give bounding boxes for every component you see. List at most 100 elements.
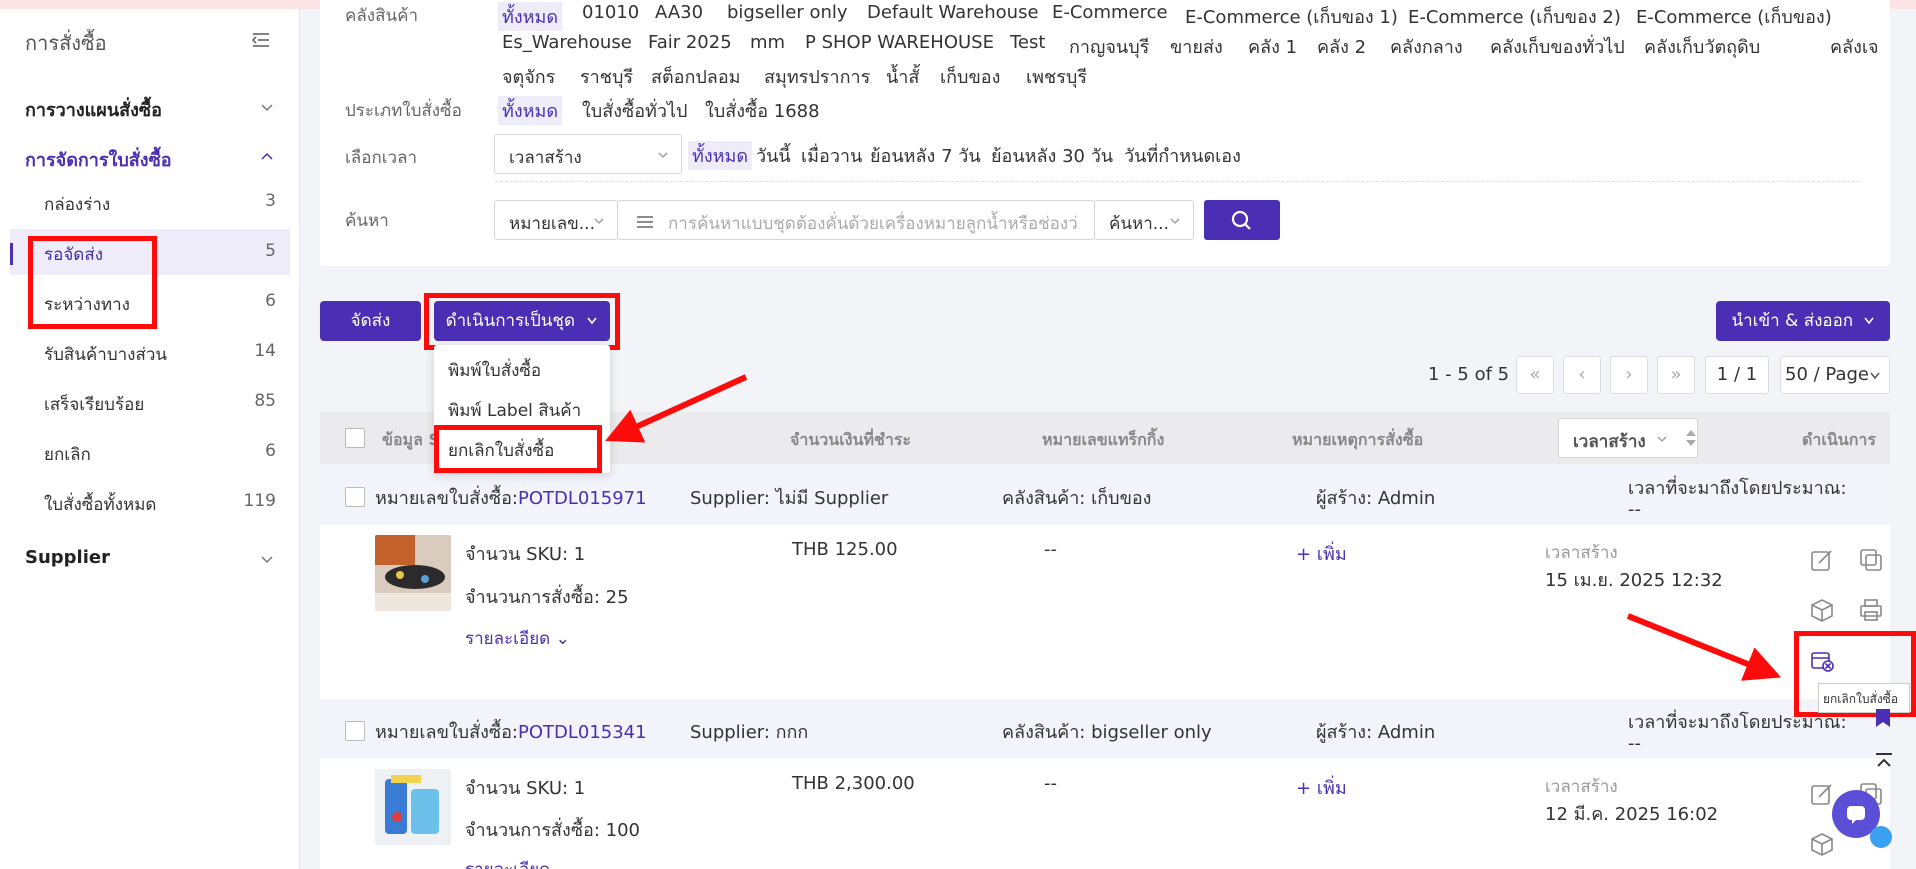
sort-select[interactable]: เวลาสร้าง [1558, 418, 1698, 458]
search-icon [1231, 210, 1251, 230]
sort-icon[interactable] [1684, 428, 1698, 448]
chevron-down-icon [1657, 436, 1667, 442]
created-time: 12 มี.ค. 2025 16:02 [1545, 804, 1719, 825]
warehouse-tag[interactable]: คลังเก็บวัตถุดิบ [1644, 32, 1760, 61]
order-qty: จำนวนการสั่งซื้อ: 100 [465, 820, 640, 841]
order-checkbox[interactable] [345, 721, 365, 741]
back-to-top-icon[interactable] [1872, 750, 1896, 774]
warehouse-tag[interactable]: น้ำสั้ [886, 62, 919, 91]
add-note-link[interactable]: + เพิ่ม [1296, 539, 1347, 568]
sidebar-item-in-transit[interactable]: ระหว่างทาง 6 [10, 279, 290, 325]
time-option[interactable]: ย้อนหลัง 30 วัน [991, 141, 1113, 170]
package-icon[interactable] [1809, 831, 1835, 857]
cancel-order-icon[interactable] [1809, 647, 1835, 673]
warehouse-tag[interactable]: Fair 2025 [648, 32, 732, 53]
sidebar-item-draft[interactable]: กล่องร่าง 3 [10, 179, 290, 225]
warehouse-tag[interactable]: E-Commerce (เก็บของ 2) [1408, 2, 1621, 31]
warehouse-tag[interactable]: กาญจนบุรี [1069, 32, 1149, 61]
time-type-select[interactable]: เวลาสร้าง [494, 134, 682, 174]
import-export-button[interactable]: นำเข้า & ส่งออก [1716, 301, 1890, 341]
warehouse-tag[interactable]: ราชบุรี [580, 62, 633, 91]
warehouse-tag[interactable]: E-Commerce (เก็บของ) [1636, 2, 1832, 31]
ship-button[interactable]: จัดส่ง [320, 301, 421, 341]
warehouse-tag[interactable]: คลังเจ [1830, 32, 1879, 61]
bookmark-icon[interactable] [1870, 705, 1896, 731]
warehouse-tag[interactable]: ทั้งหมด [498, 2, 563, 31]
order-type-option[interactable]: ทั้งหมด [498, 96, 563, 125]
warehouse-tag[interactable]: คลังเก็บของทั่วไป [1490, 32, 1625, 61]
sidebar-group-supplier[interactable]: Supplier [25, 547, 275, 568]
time-option[interactable]: วันที่กำหนดเอง [1124, 141, 1241, 170]
product-image[interactable] [375, 535, 451, 611]
prev-page-button[interactable]: ‹ [1563, 356, 1601, 394]
warehouse-tag[interactable]: AA30 [655, 2, 703, 23]
menu-print-order[interactable]: พิมพ์ใบสั่งซื้อ [448, 357, 541, 384]
search-input[interactable]: การค้นหาแบบชุดต้องคั่นด้วยเครื่องหมายลูก… [617, 200, 1095, 240]
page-size-select[interactable]: 50 / Page [1780, 356, 1890, 394]
order-number-link[interactable]: POTDL015341 [518, 722, 647, 743]
warehouse-tag[interactable]: ขายส่ง [1170, 32, 1223, 61]
sidebar-item-awaiting-shipment[interactable]: รอจัดส่ง 5 [10, 229, 290, 275]
warehouse-tag[interactable]: mm [750, 32, 785, 53]
warehouse-tag[interactable]: P SHOP WAREHOUSE [805, 32, 994, 53]
order-creator: ผู้สร้าง: Admin [1316, 722, 1436, 743]
tracking-number: -- [1044, 539, 1057, 560]
time-option[interactable]: วันนี้ [756, 141, 791, 170]
edit-icon[interactable] [1809, 547, 1835, 573]
warehouse-tag[interactable]: 01010 [582, 2, 639, 23]
sidebar-group-po-management[interactable]: การจัดการใบสั่งซื้อ [25, 145, 275, 174]
order-amount: THB 125.00 [792, 539, 898, 560]
last-page-button[interactable]: » [1657, 356, 1695, 394]
details-link[interactable]: รายละเอียด ⌄ [465, 856, 570, 869]
warehouse-tag[interactable]: Default Warehouse [867, 2, 1039, 23]
order-type-option[interactable]: ใบสั่งซื้อทั่วไป [582, 96, 687, 125]
warehouse-tag[interactable]: เก็บของ [940, 62, 1000, 91]
warehouse-tag[interactable]: สต็อกปลอม [651, 62, 741, 91]
search-button[interactable] [1204, 200, 1280, 240]
menu-cancel-order[interactable]: ยกเลิกใบสั่งซื้อ [448, 437, 554, 464]
menu-print-label[interactable]: พิมพ์ Label สินค้า [448, 397, 581, 424]
sidebar-item-partially-received[interactable]: รับสินค้าบางส่วน 14 [10, 329, 290, 375]
search-mode-select[interactable]: ค้นหา... [1094, 200, 1194, 240]
first-page-button[interactable]: « [1516, 356, 1554, 394]
copy-icon[interactable] [1858, 547, 1884, 573]
next-page-button[interactable]: › [1610, 356, 1648, 394]
add-note-link[interactable]: + เพิ่ม [1296, 773, 1347, 802]
assistant-icon[interactable] [1870, 826, 1892, 848]
sidebar-group-planning[interactable]: การวางแผนสั่งซื้อ [25, 95, 275, 124]
print-icon[interactable] [1858, 597, 1884, 623]
sku-count: จำนวน SKU: 1 [465, 778, 586, 799]
batch-actions-button[interactable]: ดำเนินการเป็นชุด [434, 301, 610, 341]
warehouse-tag[interactable]: Es_Warehouse [502, 32, 632, 53]
warehouse-tag[interactable]: bigseller only [727, 2, 848, 23]
sidebar-item-completed[interactable]: เสร็จเรียบร้อย 85 [10, 379, 290, 425]
warehouse-tag[interactable]: Test [1010, 32, 1045, 53]
warehouse-tag[interactable]: จตุจักร [502, 62, 555, 91]
order-number-link[interactable]: POTDL015971 [518, 488, 647, 509]
warehouse-tag[interactable]: E-Commerce [1052, 2, 1168, 23]
product-image[interactable] [375, 769, 451, 845]
col-tracking: หมายเลขแทร็กกิ้ง [1042, 430, 1165, 449]
collapse-menu-icon[interactable] [250, 29, 272, 51]
sidebar-item-all-orders[interactable]: ใบสั่งซื้อทั้งหมด 119 [10, 479, 290, 525]
time-option[interactable]: ทั้งหมด [688, 141, 753, 170]
select-all-checkbox[interactable] [345, 428, 365, 448]
time-option[interactable]: เมื่อวาน [801, 141, 862, 170]
sidebar-item-cancelled[interactable]: ยกเลิก 6 [10, 429, 290, 475]
chevron-down-icon [1170, 218, 1180, 224]
warehouse-tag[interactable]: คลังกลาง [1390, 32, 1463, 61]
edit-icon[interactable] [1809, 781, 1835, 807]
warehouse-tag[interactable]: สมุทรปราการ [764, 62, 870, 91]
page-indicator[interactable]: 1 / 1 [1705, 356, 1769, 394]
warehouse-tag[interactable]: คลัง 1 [1248, 32, 1297, 61]
warehouse-tag[interactable]: เพชรบุรี [1026, 62, 1087, 91]
chevron-down-icon [261, 104, 273, 112]
time-option[interactable]: ย้อนหลัง 7 วัน [870, 141, 981, 170]
search-field-select[interactable]: หมายเลข... [494, 200, 618, 240]
details-link[interactable]: รายละเอียด ⌄ [465, 625, 570, 652]
warehouse-tag[interactable]: คลัง 2 [1317, 32, 1366, 61]
order-type-option[interactable]: ใบสั่งซื้อ 1688 [705, 96, 820, 125]
order-checkbox[interactable] [345, 487, 365, 507]
warehouse-tag[interactable]: E-Commerce (เก็บของ 1) [1185, 2, 1398, 31]
package-icon[interactable] [1809, 597, 1835, 623]
